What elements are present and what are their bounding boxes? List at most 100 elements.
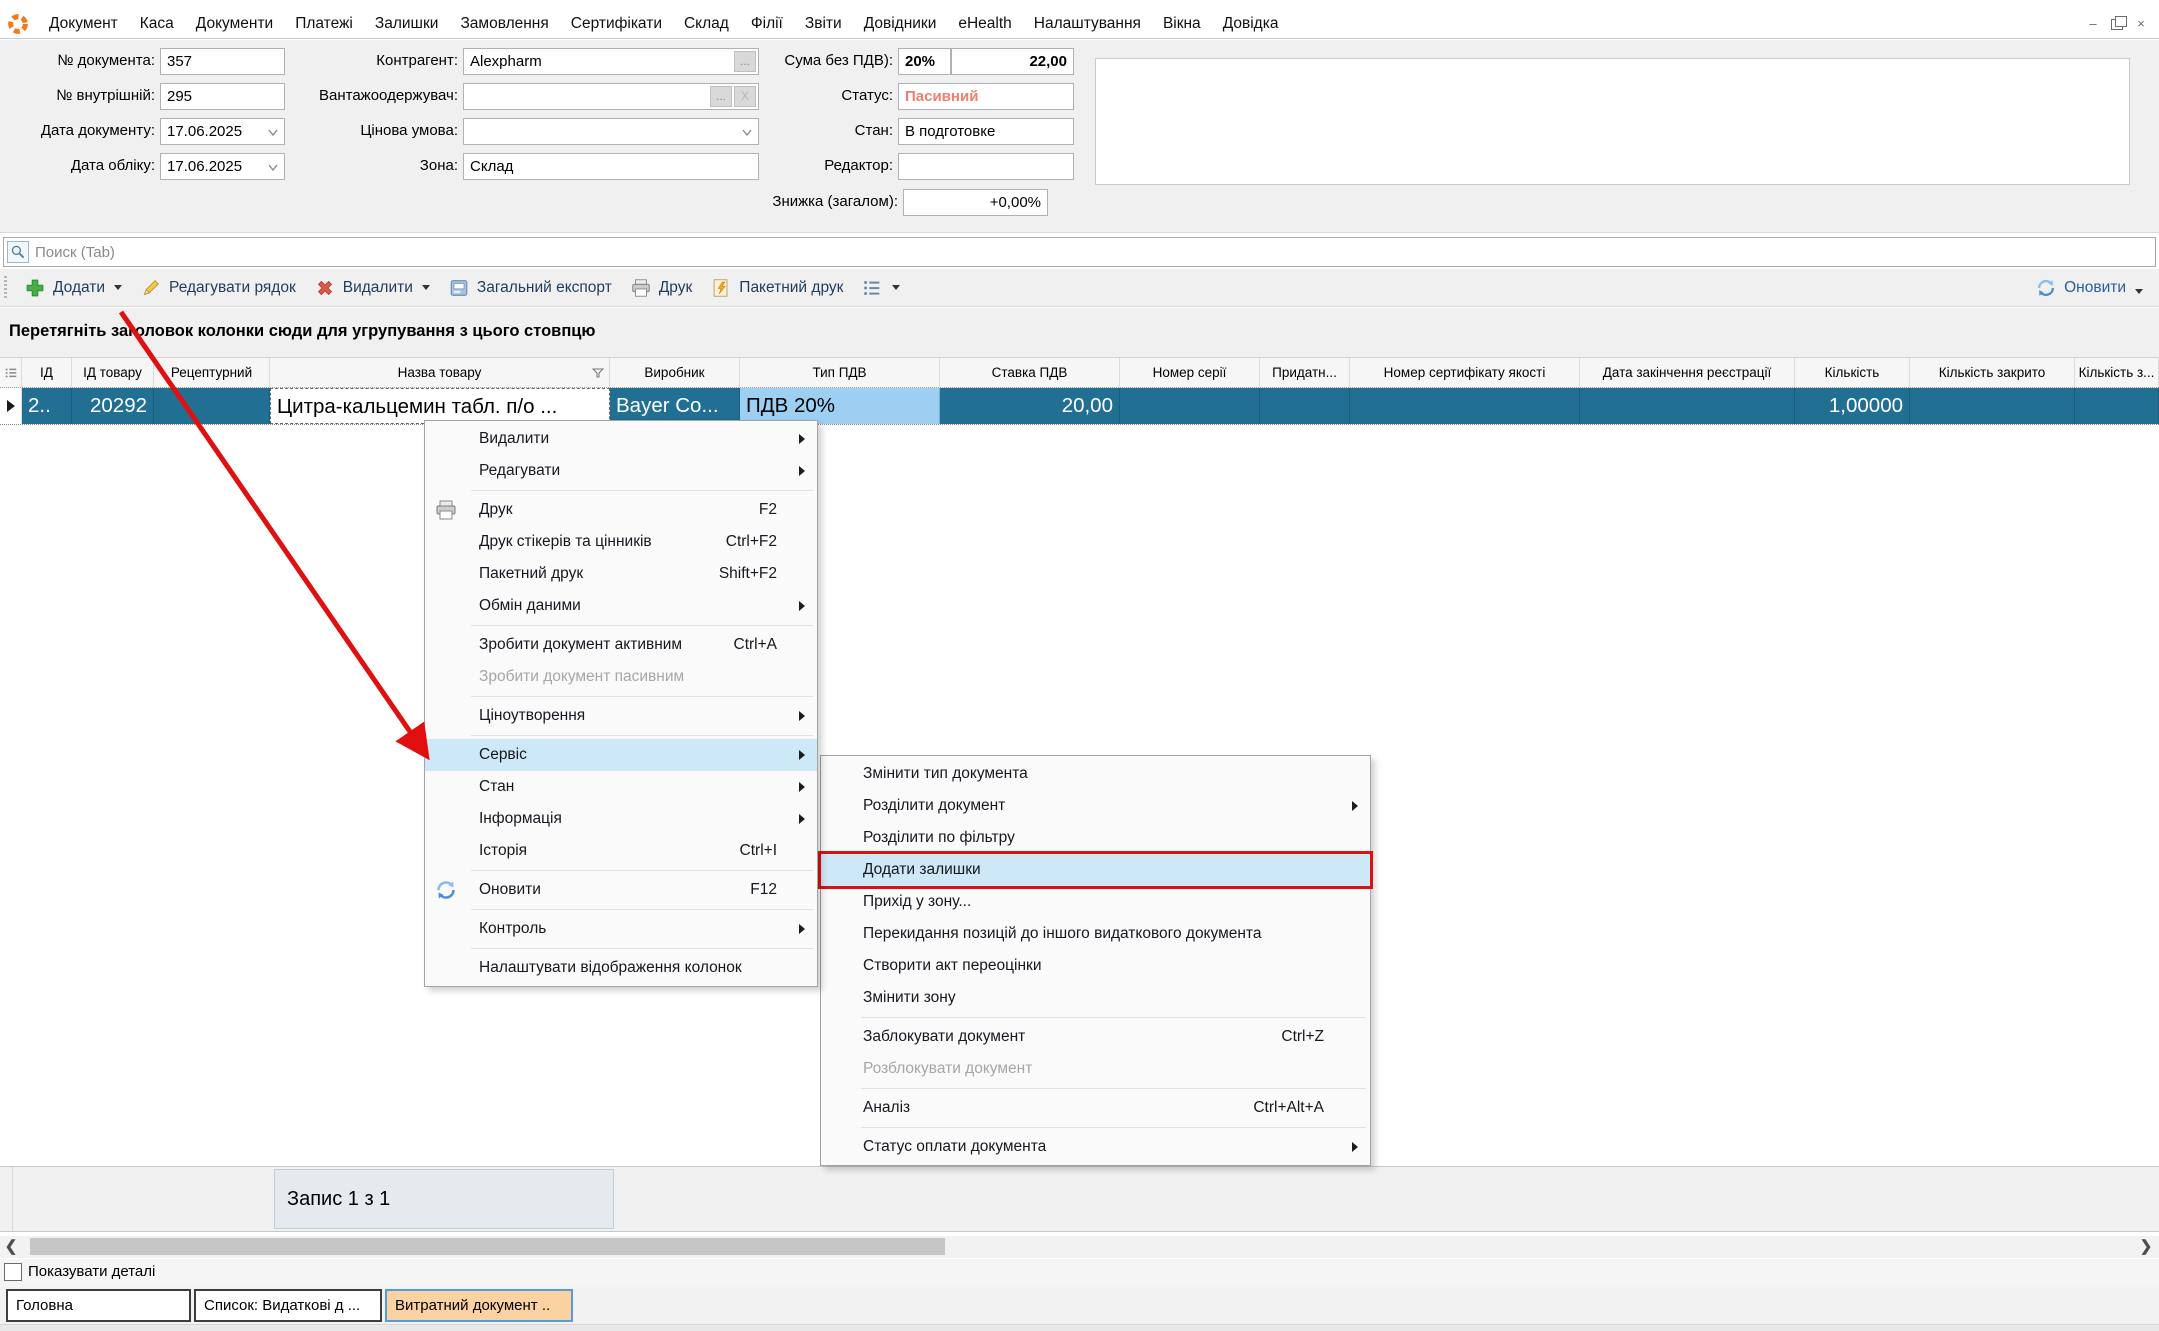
context-menu-item[interactable]: Редагувати [425,455,817,487]
context-menu-item[interactable]: Контроль [425,913,817,945]
filter-funnel-icon[interactable] [592,368,604,378]
column-header[interactable]: Кількість [1795,358,1910,387]
table-cell[interactable]: 1,00000 [1795,388,1910,424]
menubar-item[interactable]: Замовлення [449,15,559,33]
group-by-bar[interactable]: Перетягніть заголовок колонки сюди для у… [0,308,2159,357]
menubar-item[interactable]: Довідка [1212,15,1290,33]
context-menu-item[interactable] [471,870,813,871]
discount-field[interactable]: +0,00% [903,189,1048,216]
table-cell[interactable] [154,388,270,424]
column-header[interactable]: Номер сертифікату якості [1350,358,1580,387]
submenu-item[interactable]: Статус оплати документа [821,1131,1370,1163]
table-cell[interactable] [1910,388,2075,424]
tab-expense-document[interactable]: Витратний документ .. [385,1289,573,1322]
menubar-item[interactable]: Документ [38,15,129,33]
submenu-item[interactable]: Перекидання позицій до іншого видатковог… [821,918,1370,950]
column-header[interactable]: Кількість з... [2075,358,2159,387]
menubar-item[interactable]: Налаштування [1023,15,1152,33]
submenu-item[interactable]: Розблокувати документ [821,1053,1370,1085]
context-menu-item[interactable] [471,696,813,697]
submenu-item[interactable]: Розділити документ [821,790,1370,822]
menubar-item[interactable]: Сертифікати [560,15,673,33]
horizontal-scrollbar[interactable]: ❮ ❯ [0,1236,2159,1258]
submenu-item[interactable] [861,1088,1366,1089]
table-cell[interactable] [1580,388,1795,424]
export-button[interactable]: Загальний експорт [439,273,621,303]
context-menu-item[interactable] [471,490,813,491]
column-header[interactable]: Ставка ПДВ [940,358,1120,387]
context-menu-item[interactable]: Друк F2 [425,494,817,526]
context-menu-item[interactable]: Інформація [425,803,817,835]
column-header[interactable]: Тип ПДВ [740,358,940,387]
delete-button[interactable]: Видалити [305,273,439,303]
table-cell[interactable] [2075,388,2159,424]
context-menu-item[interactable] [471,625,813,626]
context-menu-item[interactable]: Історія Ctrl+I [425,835,817,867]
minimize-icon[interactable]: – [2085,17,2101,31]
submenu-item[interactable]: Прихід у зону... [821,886,1370,918]
menubar-item[interactable]: Платежі [284,15,364,33]
table-cell[interactable]: Цитра-кальцемин табл. п/о ... [270,388,610,424]
column-header[interactable]: Рецептурний [154,358,270,387]
batch-print-button[interactable]: Пакетний друк [701,273,852,303]
context-menu-item[interactable]: Ціноутворення [425,700,817,732]
context-menu-item[interactable]: Налаштувати відображення колонок [425,952,817,984]
table-cell[interactable] [1260,388,1350,424]
menubar-item[interactable]: Документи [185,15,284,33]
restore-icon[interactable] [2111,19,2123,30]
context-menu-item[interactable]: Оновити F12 [425,874,817,906]
toolbar-grip[interactable] [4,276,7,300]
menubar-item[interactable]: Склад [673,15,740,33]
context-menu-item[interactable]: Зробити документ активним Ctrl+A [425,629,817,661]
table-cell[interactable]: ПДВ 20% [740,388,940,424]
add-button[interactable]: Додати [15,273,131,303]
scroll-left-icon[interactable]: ❮ [4,1240,18,1254]
column-header[interactable]: Виробник [610,358,740,387]
column-header[interactable]: Придатн... [1260,358,1350,387]
table-cell[interactable]: Bayer Co... [610,388,740,424]
column-list-button[interactable] [852,273,909,303]
submenu-item[interactable]: Змінити тип документа [821,758,1370,790]
tab-document-list[interactable]: Список: Видаткові д ... [194,1289,382,1322]
notes-box[interactable] [1095,58,2130,185]
tab-home[interactable]: Головна [6,1289,191,1322]
context-menu-item[interactable]: Видалити [425,423,817,455]
submenu-item[interactable]: Заблокувати документ Ctrl+Z [821,1021,1370,1053]
column-header[interactable]: ІД [22,358,72,387]
context-menu-item[interactable] [471,948,813,949]
column-header[interactable]: Назва товару [270,358,610,387]
context-menu-item[interactable]: Сервіс [425,739,817,771]
search-input[interactable]: Поиск (Tab) [3,237,2156,267]
submenu-item[interactable]: Аналіз Ctrl+Alt+A [821,1092,1370,1124]
submenu-item[interactable]: Додати залишки [821,854,1370,886]
column-header[interactable]: Номер серії [1120,358,1260,387]
refresh-button[interactable]: Оновити [2035,277,2159,299]
submenu-item[interactable]: Створити акт переоцінки [821,950,1370,982]
context-menu-item[interactable] [471,735,813,736]
submenu-item[interactable] [861,1127,1366,1128]
context-menu-item[interactable]: Зробити документ пасивним [425,661,817,693]
table-cell[interactable]: 20,00 [940,388,1120,424]
menubar-item[interactable]: Каса [129,15,185,33]
context-menu-item[interactable] [471,909,813,910]
close-icon[interactable]: × [2133,17,2149,31]
menubar-item[interactable]: eHealth [947,15,1022,33]
table-cell[interactable]: 2.. [22,388,72,424]
table-row[interactable]: 2..20292 Цитра-кальцемин табл. п/о ...Bay… [0,388,2159,425]
table-cell[interactable] [1120,388,1260,424]
menubar-item[interactable]: Вікна [1152,15,1212,33]
context-menu-item[interactable]: Пакетний друк Shift+F2 [425,558,817,590]
menubar-item[interactable]: Довідники [853,15,948,33]
scroll-right-icon[interactable]: ❯ [2139,1240,2153,1254]
table-cell[interactable]: 20292 [72,388,154,424]
menubar-item[interactable]: Філії [740,15,794,33]
edit-row-button[interactable]: Редагувати рядок [131,273,305,303]
print-button[interactable]: Друк [621,273,701,303]
submenu-item[interactable]: Змінити зону [821,982,1370,1014]
menubar-item[interactable]: Залишки [364,15,450,33]
show-details-checkbox[interactable] [4,1263,22,1281]
context-menu-item[interactable]: Друк стікерів та цінників Ctrl+F2 [425,526,817,558]
context-menu-item[interactable]: Обмін даними [425,590,817,622]
context-menu-item[interactable]: Стан [425,771,817,803]
column-header[interactable]: Дата закінчення реєстрації [1580,358,1795,387]
